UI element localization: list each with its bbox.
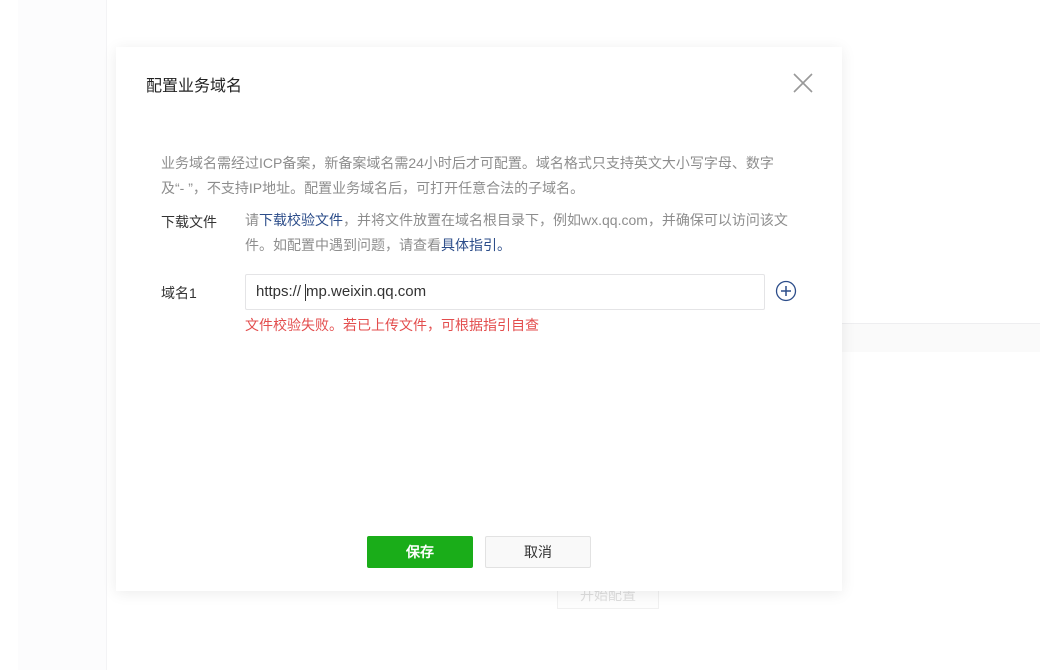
domain-value: mp.weixin.qq.com xyxy=(306,283,427,300)
domain-prefix: https:// xyxy=(256,283,302,300)
close-icon[interactable] xyxy=(792,72,814,94)
save-button[interactable]: 保存 xyxy=(367,536,473,568)
config-domain-dialog: 配置业务域名 业务域名需经过ICP备案，新备案域名需24小时后才可配置。域名格式… xyxy=(116,47,842,591)
download-file-link[interactable]: 下载校验文件 xyxy=(259,212,343,228)
dialog-title: 配置业务域名 xyxy=(146,78,243,95)
cancel-button[interactable]: 取消 xyxy=(485,536,591,568)
download-label: 下载文件 xyxy=(161,214,217,230)
domain-label: 域名1 xyxy=(161,285,197,301)
background-band xyxy=(842,324,1040,352)
error-message: 文件校验失败。若已上传文件，可根据指引自查 xyxy=(245,317,539,333)
description: 业务域名需经过ICP备案，新备案域名需24小时后才可配置。域名格式只支持英文大小… xyxy=(161,155,774,196)
domain-input[interactable]: https://mp.weixin.qq.com xyxy=(245,274,765,310)
page-edge xyxy=(0,0,18,670)
download-instructions: 请下载校验文件，并将文件放置在域名根目录下，例如wx.qq.com，并确保可以访… xyxy=(245,208,805,258)
text: 请 xyxy=(245,212,259,228)
guide-link[interactable]: 具体指引。 xyxy=(441,237,511,253)
sidebar xyxy=(18,0,107,670)
add-domain-icon[interactable] xyxy=(775,280,797,302)
